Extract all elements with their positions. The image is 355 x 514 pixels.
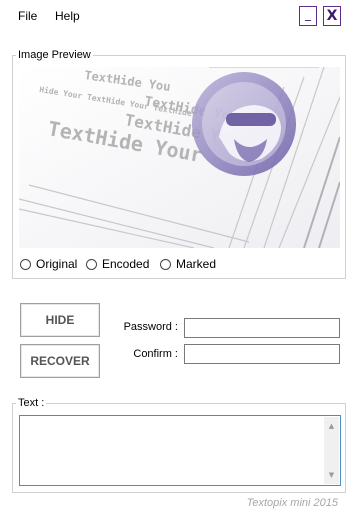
menu-file[interactable]: File [18, 9, 37, 23]
radio-original-circle[interactable] [20, 258, 31, 270]
radio-encoded-circle[interactable] [86, 258, 97, 270]
recover-button[interactable]: RECOVER [20, 344, 100, 378]
preview-image: TextHide You TextHide Your Hide Your Tex… [19, 67, 340, 248]
radio-original[interactable]: Original [20, 256, 77, 272]
minimize-button[interactable]: _ [299, 6, 317, 26]
down-arrow-icon[interactable]: ▼ [324, 468, 339, 482]
up-arrow-icon[interactable]: ▲ [324, 419, 339, 433]
text-area[interactable]: ▲ ▼ [19, 415, 341, 486]
menu-help[interactable]: Help [55, 9, 80, 23]
radio-encoded-label: Encoded [102, 257, 150, 271]
text-area-content [20, 416, 340, 420]
confirm-label: Confirm : [133, 348, 178, 360]
password-label: Password : [123, 321, 178, 333]
image-preview: TextHide You TextHide Your Hide Your Tex… [19, 67, 340, 248]
textopix-logo-icon [192, 72, 296, 176]
radio-marked-label: Marked [176, 257, 217, 271]
close-button[interactable]: X [323, 6, 341, 26]
radio-marked-circle[interactable] [160, 258, 171, 270]
footer-version: Textopix mini 2015 [246, 497, 338, 509]
hide-button[interactable]: HIDE [20, 303, 100, 337]
radio-marked[interactable]: Marked [160, 256, 216, 272]
text-legend: Text : [18, 397, 45, 409]
image-preview-legend: Image Preview [18, 49, 91, 61]
radio-original-label: Original [36, 257, 78, 271]
radio-encoded[interactable]: Encoded [86, 256, 149, 272]
text-area-scrollbar[interactable]: ▲ ▼ [324, 417, 339, 484]
password-input[interactable] [184, 318, 340, 338]
confirm-input[interactable] [184, 344, 340, 364]
